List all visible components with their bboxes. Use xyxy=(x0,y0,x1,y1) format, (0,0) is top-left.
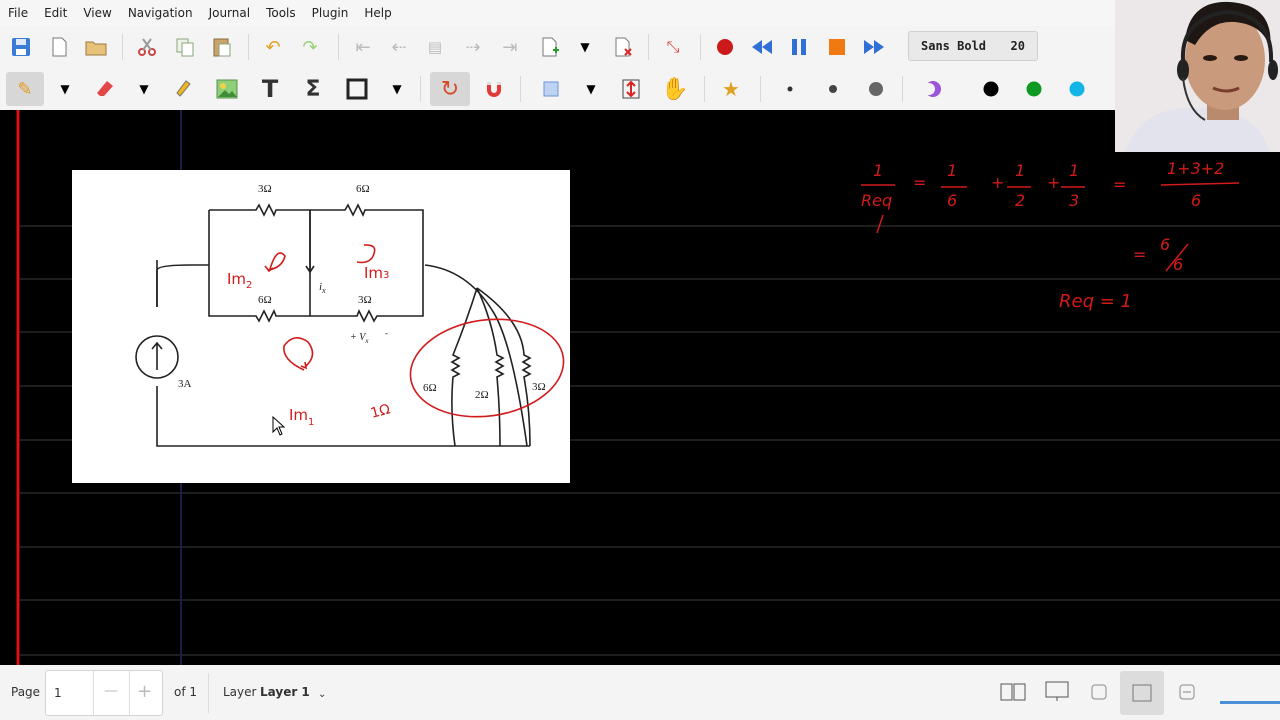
resistor-label-mid-right: 3Ω xyxy=(358,294,372,306)
layer-selector[interactable]: Layer 1 xyxy=(260,685,310,699)
parallel-resistor-1-label: 6Ω xyxy=(423,382,437,394)
eraser-icon[interactable] xyxy=(92,76,118,102)
hand-icon[interactable]: ✋ xyxy=(661,76,688,102)
color-cyan-icon[interactable] xyxy=(1064,76,1090,102)
webcam-overlay xyxy=(1115,0,1280,152)
dot-large-icon[interactable] xyxy=(863,76,889,102)
font-size: 20 xyxy=(1010,39,1025,53)
dropdown-icon[interactable]: ▼ xyxy=(578,76,604,102)
zoom-out-icon[interactable] xyxy=(1178,683,1198,701)
next-page-icon[interactable]: ⇢ xyxy=(460,34,486,60)
cut-icon[interactable] xyxy=(134,34,160,60)
menu-tools[interactable]: Tools xyxy=(258,6,304,20)
menu-edit[interactable]: Edit xyxy=(36,6,75,20)
last-page-icon[interactable]: ⇥ xyxy=(497,34,523,60)
presentation-view-icon[interactable] xyxy=(1044,680,1070,702)
source-label: 3A xyxy=(178,378,192,390)
first-page-icon[interactable]: ⇤ xyxy=(350,34,376,60)
page-icon[interactable]: ▤ xyxy=(422,34,448,60)
parallel-resistor-2-label: 2Ω xyxy=(475,389,489,401)
main-toolbar: ↶ ↷ ⇤ ⇠ ▤ ⇢ ⇥ ▼ ⤡ Sans Bold 20 xyxy=(0,26,1280,68)
color-black-icon[interactable] xyxy=(978,76,1004,102)
fullscreen-view-icon[interactable] xyxy=(1120,671,1164,715)
menu-view[interactable]: View xyxy=(75,6,119,20)
resistor-label-mid-left: 6Ω xyxy=(258,294,272,306)
menu-file[interactable]: File xyxy=(0,6,36,20)
layer-label: Layer xyxy=(223,685,257,699)
resistor-label-top-left: 3Ω xyxy=(258,183,272,195)
parallel-resistor-3-label: 3Ω xyxy=(532,381,546,393)
circuit-image[interactable]: 3Ω 6Ω 6Ω 3Ω ix + Vx - 3A 6Ω 2Ω 3Ω Im2 Im… xyxy=(72,170,570,483)
pen-icon[interactable]: ✎ xyxy=(6,72,44,106)
dropdown-icon[interactable]: ▼ xyxy=(572,34,598,60)
vertical-space-icon[interactable] xyxy=(618,76,644,102)
text-icon[interactable]: T xyxy=(257,75,283,103)
color-custom-icon[interactable] xyxy=(920,76,946,102)
page-count-label: of 1 xyxy=(174,685,198,699)
resistor-label-top-right: 6Ω xyxy=(356,183,370,195)
magnet-icon[interactable] xyxy=(481,76,507,102)
redo-icon[interactable]: ↷ xyxy=(297,34,323,60)
journal-canvas[interactable]: 3Ω 6Ω 6Ω 3Ω ix + Vx - 3A 6Ω 2Ω 3Ω Im2 Im… xyxy=(0,110,1280,665)
fast-forward-icon[interactable] xyxy=(861,34,887,60)
zoom-slider[interactable] xyxy=(1220,701,1280,704)
color-green-icon[interactable] xyxy=(1021,76,1047,102)
dropdown-icon[interactable]: ▼ xyxy=(52,76,78,102)
new-page-icon[interactable] xyxy=(46,34,72,60)
dot-small-icon[interactable] xyxy=(777,76,803,102)
page-increment-button[interactable]: + xyxy=(137,681,152,702)
menu-plugin[interactable]: Plugin xyxy=(304,6,357,20)
dropdown-icon[interactable]: ▼ xyxy=(131,76,157,102)
delete-page-icon[interactable] xyxy=(610,34,636,60)
rewind-icon[interactable] xyxy=(749,34,775,60)
font-selector[interactable]: Sans Bold 20 xyxy=(908,31,1038,61)
math-icon[interactable]: Σ xyxy=(300,76,326,102)
handwritten-math: 1 Req = 1 6 + 1 2 + 1 3 = 1+3+2 6 = 6 6 … xyxy=(855,155,1255,345)
copy-icon[interactable] xyxy=(172,34,198,60)
shape-icon[interactable] xyxy=(344,76,370,102)
paste-icon[interactable] xyxy=(209,34,235,60)
two-page-view-icon[interactable] xyxy=(1000,683,1026,701)
tools-toolbar: ✎ ▼ ▼ T Σ ▼ ↻ ▼ ✋ ★ xyxy=(0,68,1280,111)
page-decrement-button[interactable]: — xyxy=(104,683,118,699)
record-icon[interactable] xyxy=(712,34,738,60)
image-icon[interactable] xyxy=(214,76,240,102)
add-page-icon[interactable] xyxy=(537,34,563,60)
dropdown-icon[interactable]: ▼ xyxy=(384,76,410,102)
open-icon[interactable] xyxy=(83,34,109,60)
page-spinner[interactable]: 1 — + xyxy=(45,670,163,716)
dot-medium-icon[interactable] xyxy=(820,76,846,102)
menu-help[interactable]: Help xyxy=(356,6,399,20)
stop-icon[interactable] xyxy=(824,34,850,60)
menu-bar: File Edit View Navigation Journal Tools … xyxy=(0,0,1280,26)
save-icon[interactable] xyxy=(8,34,34,60)
undo-icon[interactable]: ↶ xyxy=(260,34,286,60)
page-label: Page xyxy=(11,685,41,699)
mouse-cursor-icon xyxy=(272,416,286,436)
favorite-icon[interactable]: ★ xyxy=(718,76,744,102)
fullscreen-icon[interactable]: ⤡ xyxy=(660,34,686,60)
status-bar: Page 1 — + of 1 Layer Layer 1 ⌄ xyxy=(0,665,1280,720)
prev-page-icon[interactable]: ⇠ xyxy=(386,34,412,60)
menu-journal[interactable]: Journal xyxy=(201,6,259,20)
select-rect-icon[interactable] xyxy=(538,76,564,102)
font-name: Sans Bold xyxy=(921,39,987,53)
pause-icon[interactable] xyxy=(786,34,812,60)
highlighter-icon[interactable] xyxy=(170,76,196,102)
zoom-fit-icon[interactable] xyxy=(1090,683,1110,701)
menu-navigation[interactable]: Navigation xyxy=(120,6,201,20)
rotate-icon[interactable]: ↻ xyxy=(430,72,470,106)
voltage-vx-minus: - xyxy=(385,328,388,338)
page-number-input[interactable]: 1 xyxy=(54,686,62,700)
chevron-down-icon[interactable]: ⌄ xyxy=(318,689,326,700)
